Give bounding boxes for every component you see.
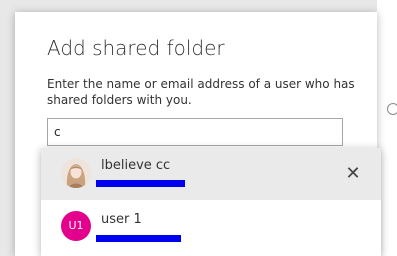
user-search-input[interactable] bbox=[47, 118, 343, 146]
suggestion-list: lbelieve cc ✕ U1 user 1 bbox=[41, 148, 381, 256]
user-avatar-initials: U1 bbox=[61, 211, 91, 241]
suggestion-name: user 1 bbox=[101, 212, 142, 227]
radio-button[interactable] bbox=[387, 103, 397, 115]
suggestion-item[interactable]: U1 user 1 bbox=[41, 200, 381, 252]
dialog-title: Add shared folder bbox=[47, 36, 225, 60]
close-icon[interactable]: ✕ bbox=[341, 162, 365, 186]
user-avatar-photo bbox=[61, 158, 91, 188]
suggestion-item[interactable]: lbelieve cc ✕ bbox=[41, 148, 381, 200]
redacted-email bbox=[96, 235, 181, 242]
suggestion-name: lbelieve cc bbox=[101, 158, 171, 173]
dialog-description: Enter the name or email address of a use… bbox=[47, 77, 355, 107]
redacted-email bbox=[96, 180, 185, 187]
